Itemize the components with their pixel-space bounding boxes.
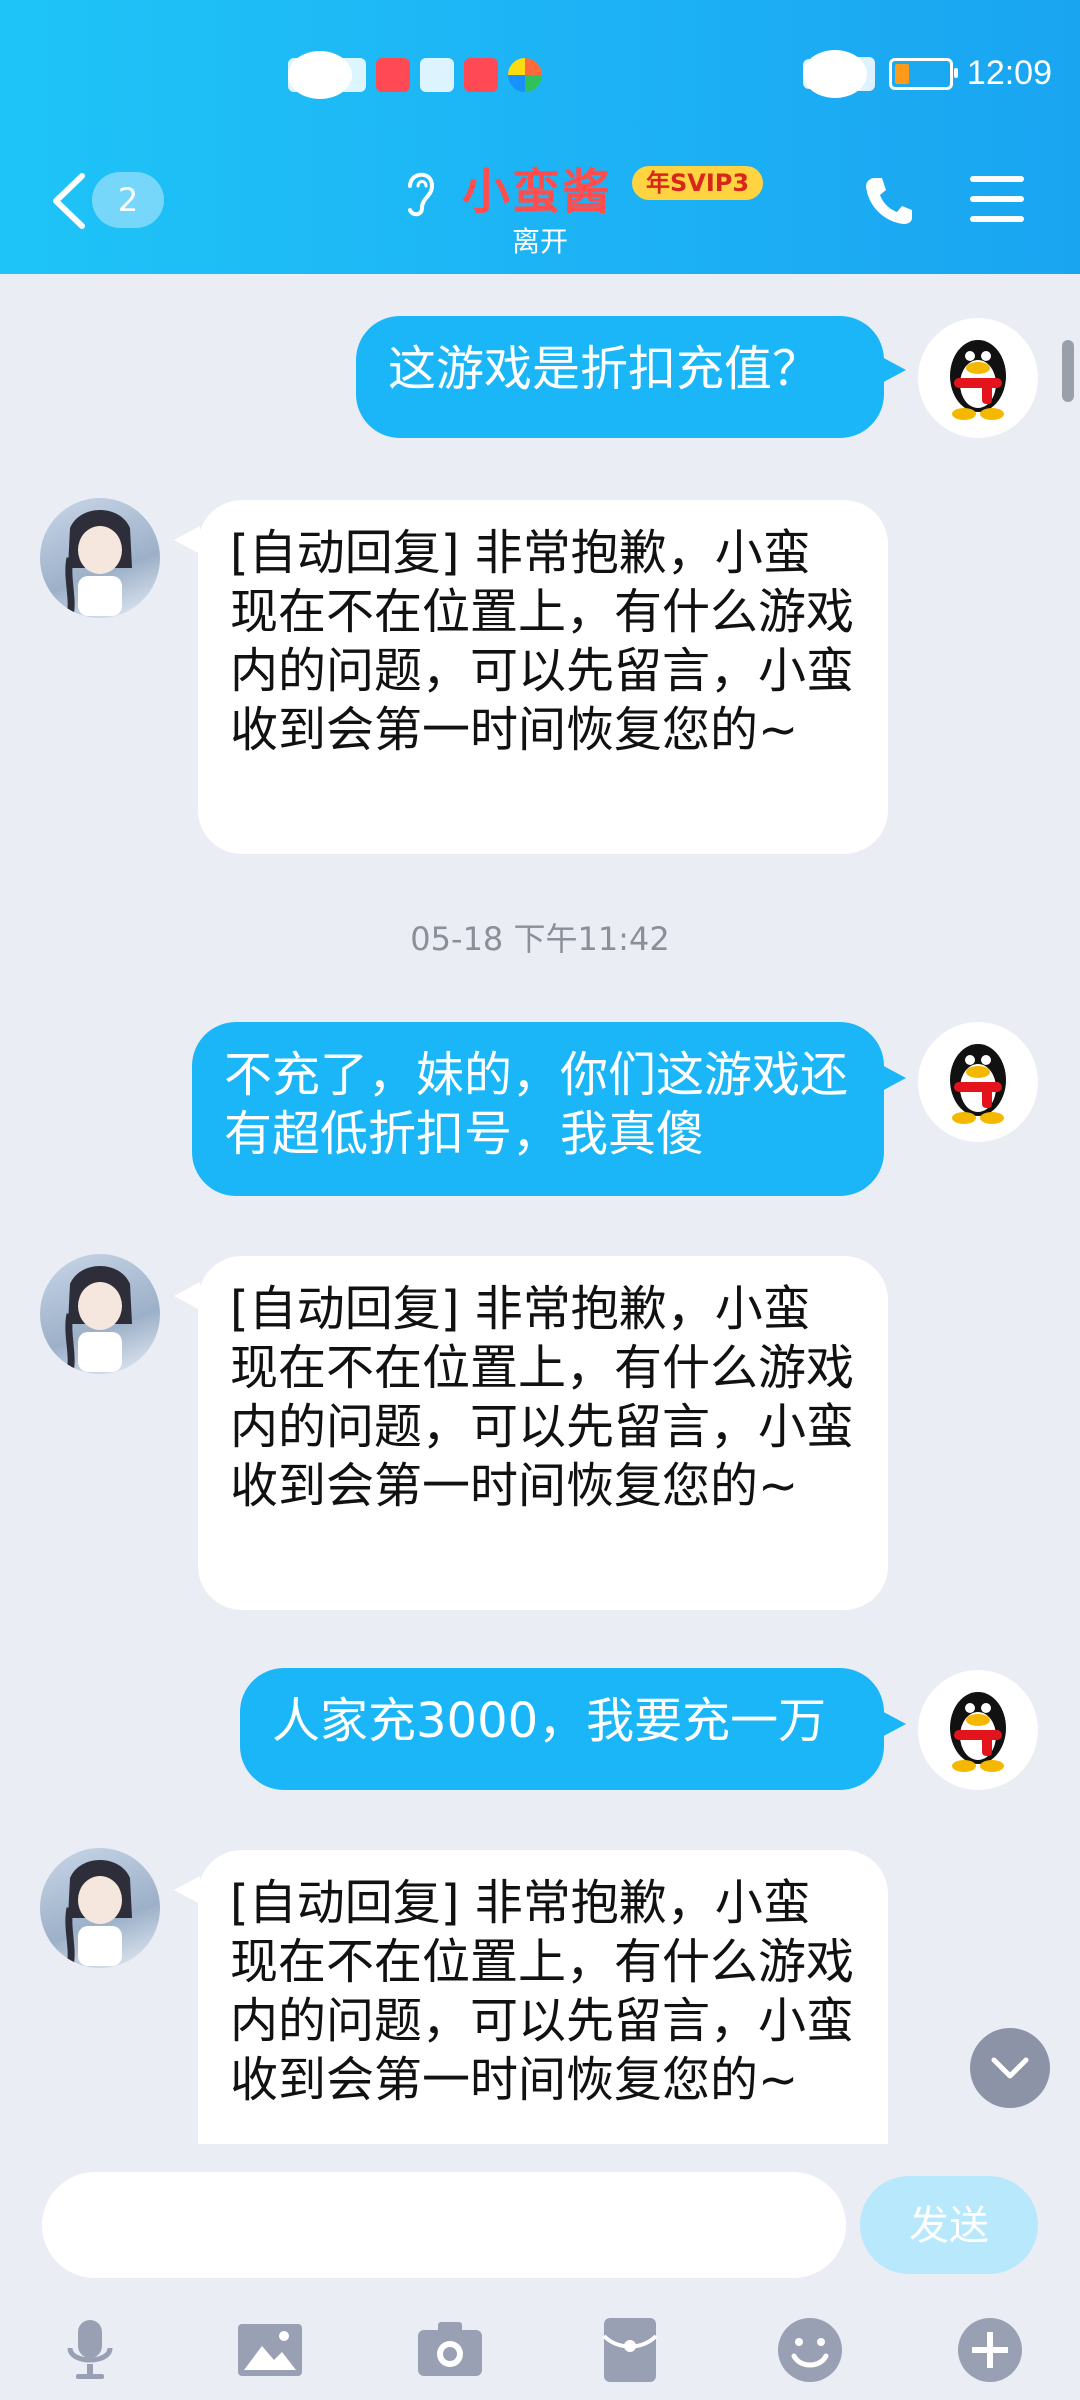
message-input[interactable]: [42, 2172, 846, 2278]
contact-status: 离开: [512, 225, 569, 258]
contact-avatar[interactable]: [40, 498, 160, 618]
title-area[interactable]: 小蛮酱 年SVIP3 离开: [400, 154, 780, 258]
message-text: [自动回复] 非常抱歉，小蛮现在不在位置上，有什么游戏内的问题，可以先留言，小蛮…: [230, 1875, 855, 2108]
plus-icon[interactable]: [954, 2314, 1026, 2386]
input-bar: 发送: [0, 2144, 1080, 2400]
status-icons-left: [288, 51, 542, 99]
status-bar: 12:09: [0, 48, 1080, 112]
image-icon[interactable]: [234, 2314, 306, 2386]
bubble-tail: [174, 526, 200, 554]
contact-avatar[interactable]: [40, 1848, 160, 1968]
bubble-tail: [174, 1876, 200, 1904]
mic-icon[interactable]: [54, 2314, 126, 2386]
message-bubble-out[interactable]: 人家充3000，我要充一万: [240, 1668, 884, 1790]
chevron-down-icon: [991, 2057, 1029, 2079]
unread-badge[interactable]: 2: [92, 172, 164, 228]
my-avatar[interactable]: [918, 1670, 1038, 1790]
phone-icon[interactable]: [862, 174, 914, 226]
input-toolbar: [0, 2314, 1080, 2394]
camera-icon[interactable]: [414, 2314, 486, 2386]
message-bubble-out[interactable]: 不充了，妹的，你们这游戏还有超低折扣号，我真傻: [192, 1022, 884, 1196]
message-bubble-in[interactable]: [自动回复] 非常抱歉，小蛮现在不在位置上，有什么游戏内的问题，可以先留言，小蛮…: [198, 1256, 888, 1610]
battery-alert-icon: [420, 58, 454, 92]
anime-girl-avatar: [65, 1860, 132, 1967]
bubble-tail: [880, 1064, 906, 1092]
message-text: 人家充3000，我要充一万: [272, 1693, 827, 1749]
scrollbar[interactable]: [1062, 340, 1074, 402]
battery-icon: [888, 57, 958, 90]
menu-line: [970, 176, 1024, 182]
status-icons-right: 12:09: [802, 49, 1052, 98]
anime-girl-avatar: [65, 510, 132, 617]
contact-name: 小蛮酱: [462, 164, 613, 220]
nav-bar: 2 小蛮酱 年SVIP3 离开: [0, 150, 1080, 258]
penguin-icon: [950, 1692, 1006, 1772]
timestamp: 05-18 下午11:42: [410, 920, 670, 958]
my-avatar[interactable]: [918, 318, 1038, 438]
send-button[interactable]: 发送: [860, 2176, 1038, 2274]
emoji-icon[interactable]: [774, 2314, 846, 2386]
menu-line: [970, 216, 1024, 222]
my-avatar[interactable]: [918, 1022, 1038, 1142]
battery-level: [894, 63, 909, 84]
red-packet-icon[interactable]: [594, 2314, 666, 2386]
ear-icon[interactable]: [400, 164, 440, 220]
menu-line: [970, 196, 1024, 202]
message-text: [自动回复] 非常抱歉，小蛮现在不在位置上，有什么游戏内的问题，可以先留言，小蛮…: [230, 1281, 855, 1514]
bubble-tail: [174, 1282, 200, 1310]
bubble-tail: [880, 356, 906, 384]
bubble-tail: [880, 1710, 906, 1738]
menu-button[interactable]: [970, 176, 1024, 224]
vip-badge: 年SVIP3: [632, 166, 764, 200]
message-text: [自动回复] 非常抱歉，小蛮现在不在位置上，有什么游戏内的问题，可以先留言，小蛮…: [230, 525, 855, 758]
message-bubble-in[interactable]: [自动回复] 非常抱歉，小蛮现在不在位置上，有什么游戏内的问题，可以先留言，小蛮…: [198, 1850, 888, 2144]
shopping-icon: [464, 58, 498, 92]
chat-header: 12:09 2 小蛮酱 年SVIP3 离开: [0, 0, 1080, 274]
message-list[interactable]: 这游戏是折扣充值？ [自动回复] 非常抱歉，小蛮现在不在位置上，有什么游戏内的问…: [0, 274, 1080, 2144]
penguin-icon: [950, 1044, 1006, 1124]
alarm-icon: [802, 49, 867, 98]
scroll-to-bottom-button[interactable]: [970, 2028, 1050, 2108]
anime-girl-avatar: [65, 1266, 132, 1373]
message-text: 这游戏是折扣充值？: [388, 341, 821, 397]
huawei-store-icon: [376, 58, 410, 92]
message-bubble-out[interactable]: 这游戏是折扣充值？: [356, 316, 884, 438]
app-icon: [508, 58, 542, 92]
chevron-left-icon: [53, 173, 85, 229]
message-bubble-in[interactable]: [自动回复] 非常抱歉，小蛮现在不在位置上，有什么游戏内的问题，可以先留言，小蛮…: [198, 500, 888, 854]
message-icon: [288, 51, 352, 99]
clock: 12:09: [966, 54, 1052, 92]
penguin-icon: [950, 340, 1006, 420]
contact-avatar[interactable]: [40, 1254, 160, 1374]
message-text: 不充了，妹的，你们这游戏还有超低折扣号，我真傻: [224, 1047, 849, 1162]
